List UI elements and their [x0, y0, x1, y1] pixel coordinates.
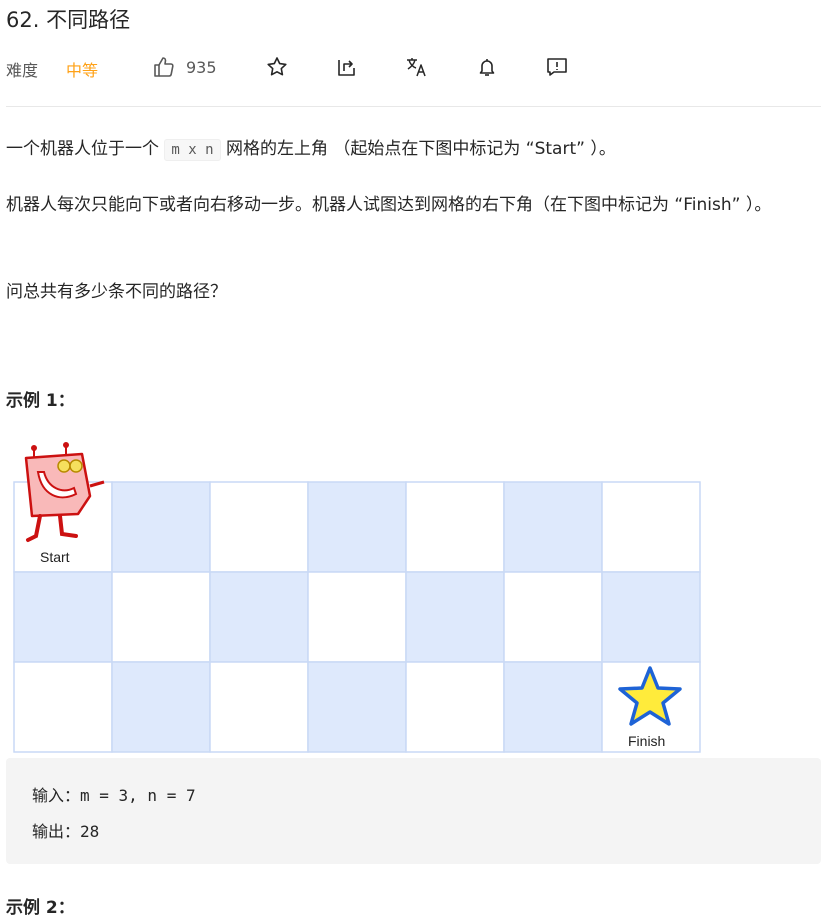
grid-cell — [307, 571, 407, 663]
grid-cell — [405, 661, 505, 753]
translate-icon[interactable] — [404, 54, 430, 80]
grid — [13, 481, 701, 753]
like-count: 935 — [186, 58, 217, 77]
grid-cell — [209, 661, 309, 753]
grid-cell — [307, 481, 407, 573]
inline-code: m x n — [164, 139, 221, 161]
example-2-title: 示例 2： — [6, 898, 75, 918]
grid-cell — [405, 571, 505, 663]
example-1-io-block: 输入：m = 3, n = 7 输出：28 — [6, 758, 821, 864]
problem-title: 62. 不同路径 — [6, 8, 131, 32]
example-1-figure: Start Finish — [6, 436, 706, 756]
grid-cell — [503, 481, 603, 573]
start-label: Start — [40, 549, 70, 565]
grid-cell — [405, 481, 505, 573]
divider — [6, 106, 821, 107]
grid-cell — [601, 571, 701, 663]
problem-meta-bar: 难度 中等 935 — [6, 52, 806, 84]
description-paragraph-3: 问总共有多少条不同的路径？ — [6, 282, 227, 302]
bell-icon[interactable] — [474, 54, 500, 80]
share-icon[interactable] — [334, 54, 360, 80]
grid-cell — [601, 481, 701, 573]
finish-label: Finish — [628, 733, 665, 749]
grid-cell — [111, 481, 211, 573]
description-paragraph-2: 机器人每次只能向下或者向右移动一步。机器人试图达到网格的右下角（在下图中标记为 … — [6, 195, 772, 215]
grid-cell — [503, 571, 603, 663]
grid-cell — [13, 571, 113, 663]
example-1-title: 示例 1： — [6, 391, 75, 411]
difficulty-badge: 中等 — [66, 61, 99, 80]
grid-cell — [503, 661, 603, 753]
grid-cell — [111, 661, 211, 753]
description-text: 一个机器人位于一个 — [6, 139, 165, 159]
example-input: 输入：m = 3, n = 7 — [32, 786, 196, 805]
grid-cell — [209, 571, 309, 663]
grid-cell — [209, 481, 309, 573]
star-icon[interactable] — [264, 54, 290, 80]
description-text: 网格的左上角 （起始点在下图中标记为 “Start” ）。 — [220, 139, 616, 159]
grid-cell — [307, 661, 407, 753]
thumbs-up-icon[interactable] — [151, 54, 177, 80]
description-paragraph-1: 一个机器人位于一个 m x n 网格的左上角 （起始点在下图中标记为 “Star… — [6, 134, 821, 165]
grid-cell — [13, 661, 113, 753]
difficulty-label: 难度 — [6, 61, 39, 80]
feedback-icon[interactable] — [544, 54, 570, 80]
example-output: 输出：28 — [32, 822, 100, 841]
grid-cell — [111, 571, 211, 663]
